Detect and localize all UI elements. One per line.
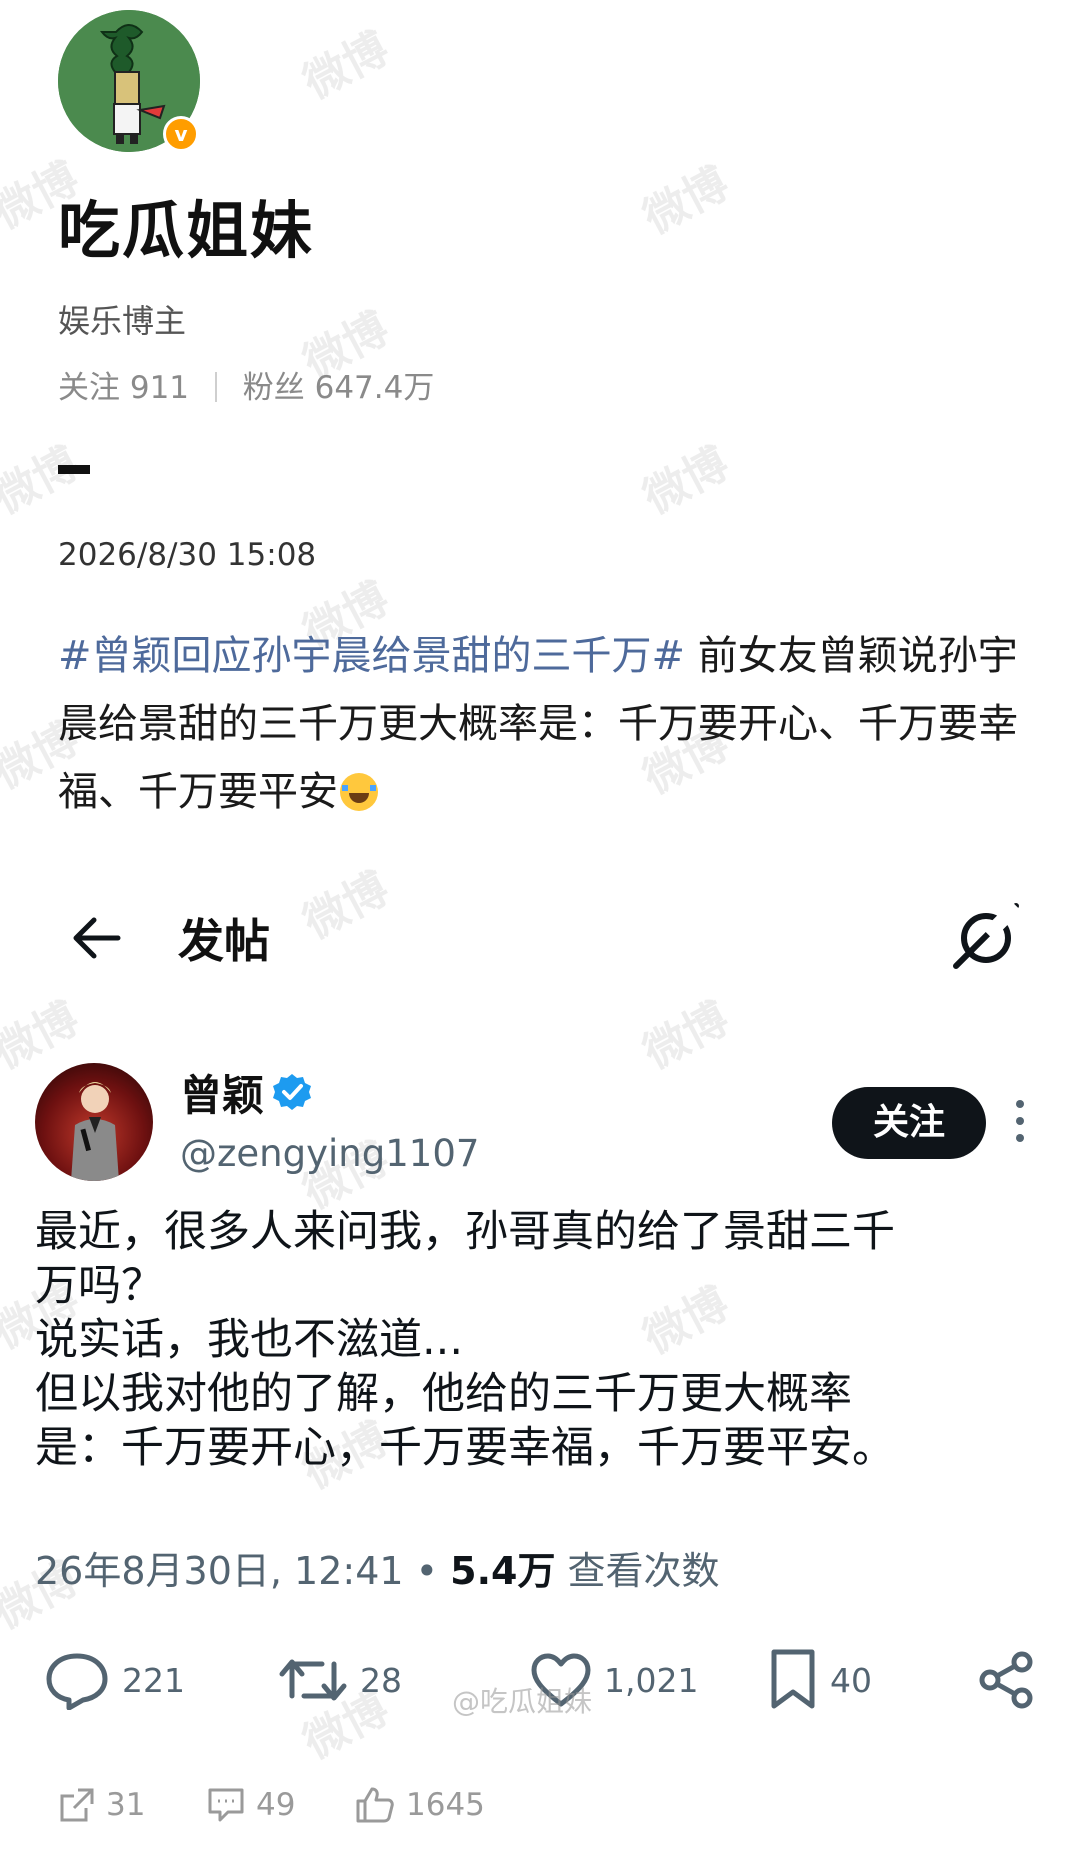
weibo-watermark-overlay: @吃瓜姐妹 bbox=[452, 1685, 593, 1718]
follow-label[interactable]: 关注 bbox=[58, 370, 120, 406]
like-count: 1,021 bbox=[604, 1660, 699, 1700]
back-arrow-icon[interactable] bbox=[68, 910, 124, 966]
weibo-like-button[interactable]: 1645 bbox=[354, 1775, 485, 1835]
dash-divider bbox=[58, 465, 90, 474]
more-options-icon[interactable] bbox=[1012, 1100, 1028, 1146]
weibo-footer-actions: 31 49 1645 bbox=[0, 1775, 1080, 1835]
fans-label[interactable]: 粉丝 bbox=[243, 370, 305, 406]
divider bbox=[214, 372, 217, 402]
weibo-user-role: 娱乐博主 bbox=[58, 302, 187, 340]
view-count: 5.4万 bbox=[450, 1549, 556, 1593]
weibo-username[interactable]: 吃瓜姐妹 bbox=[58, 180, 314, 270]
watermark: 微博 bbox=[635, 437, 737, 525]
watermark: 微博 bbox=[635, 992, 737, 1080]
views-label: 查看次数 bbox=[555, 1549, 720, 1593]
verified-badge-icon: v bbox=[163, 116, 199, 152]
weibo-follow-stats: 关注 911 粉丝 647.4万 bbox=[58, 362, 434, 407]
hashtag-link[interactable]: #曾颖回应孙宇晨给景甜的三千万# bbox=[58, 633, 685, 679]
laugh-cry-emoji-icon bbox=[340, 773, 378, 811]
share-icon bbox=[979, 1651, 1033, 1709]
reply-button[interactable]: 221 bbox=[44, 1640, 185, 1720]
follow-button[interactable]: 关注 bbox=[832, 1087, 986, 1159]
share-box-icon bbox=[60, 1788, 94, 1822]
thumb-up-icon bbox=[356, 1787, 394, 1823]
weibo-share-button[interactable]: 31 bbox=[58, 1775, 145, 1835]
author-avatar[interactable] bbox=[35, 1063, 153, 1181]
watermark: 微博 bbox=[635, 157, 737, 245]
repost-button[interactable]: 28 bbox=[278, 1640, 402, 1720]
reply-icon bbox=[46, 1653, 108, 1710]
fans-count[interactable]: 647.4万 bbox=[315, 370, 435, 406]
weibo-comment-count: 49 bbox=[256, 1787, 296, 1823]
person-photo-icon bbox=[71, 1082, 119, 1181]
follow-count[interactable]: 911 bbox=[130, 370, 189, 406]
repost-count: 28 bbox=[360, 1660, 402, 1700]
grok-icon[interactable] bbox=[950, 900, 1022, 972]
tweet-meta: 26年8月30日, 12:41 • 5.4万 查看次数 bbox=[35, 1540, 720, 1595]
share-button[interactable] bbox=[976, 1640, 1036, 1720]
reply-count: 221 bbox=[122, 1660, 185, 1700]
weibo-post-text: #曾颖回应孙宇晨给景甜的三千万# 前女友曾颖说孙宇晨给景甜的三千万更大概率是：千… bbox=[58, 622, 1048, 826]
bookmark-count: 40 bbox=[830, 1660, 872, 1700]
author-handle[interactable]: @zengying1107 bbox=[180, 1132, 479, 1175]
post-date: 2026/8/30 15:08 bbox=[58, 537, 317, 573]
watermark: 微博 bbox=[295, 862, 397, 950]
page-title: 发帖 bbox=[178, 914, 270, 968]
weibo-share-count: 31 bbox=[106, 1787, 146, 1823]
tweet-time[interactable]: 26年8月30日, 12:41 • bbox=[35, 1549, 450, 1593]
verified-check-icon bbox=[273, 1074, 311, 1110]
bookmark-icon bbox=[771, 1649, 815, 1709]
comment-icon bbox=[208, 1788, 244, 1822]
weibo-like-count: 1645 bbox=[406, 1787, 485, 1823]
weibo-comment-button[interactable]: 49 bbox=[206, 1775, 295, 1835]
author-name[interactable]: 曾颖 bbox=[180, 1062, 264, 1123]
watermark: 微博 bbox=[0, 437, 87, 525]
repost-icon bbox=[279, 1659, 347, 1701]
watermark: 微博 bbox=[295, 22, 397, 110]
tweet-text: 最近，很多人来问我，孙哥真的给了景甜三千 万吗？ 说实话，我也不滋道... 但以… bbox=[35, 1207, 895, 1473]
bookmark-button[interactable]: 40 bbox=[768, 1640, 872, 1720]
